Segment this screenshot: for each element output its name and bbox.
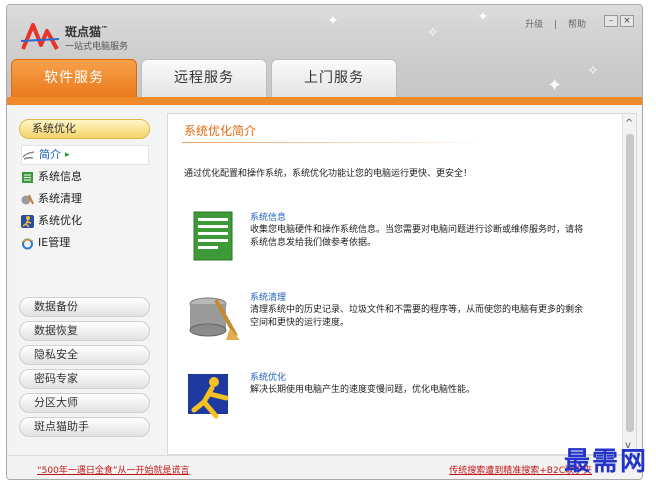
feature-name[interactable]: 系统信息 xyxy=(250,210,286,223)
scroll-up-icon[interactable]: ^ xyxy=(625,118,633,129)
sidebar-item-label: 系统清理 xyxy=(38,192,82,205)
sidebar-item-system-clean[interactable]: 系统清理 xyxy=(21,189,82,209)
sidebar-item-label: IE管理 xyxy=(38,236,71,249)
feature-system-optimize: 系统优化 解决长期使用电脑产生的速度变慢问题，优化电脑性能。 xyxy=(186,370,596,430)
feature-description: 收集您电脑硬件和操作系统信息。当您需要对电脑问题进行诊断或维修服务时，请将系统信… xyxy=(250,225,584,248)
runner-icon xyxy=(21,214,34,228)
sidebar-item-label: 系统优化 xyxy=(38,214,82,227)
arrow-right-icon: ▸ xyxy=(65,150,70,160)
tab-remote-service[interactable]: 远程服务 xyxy=(141,59,267,97)
runner-large-icon xyxy=(188,374,229,419)
top-menu: 升级 | 帮助 xyxy=(517,17,586,30)
news-link-left[interactable]: “500年一遇日全食”从一开始就是谎言 xyxy=(37,463,190,476)
tab-underline-bar xyxy=(7,97,642,105)
window-controls: – × xyxy=(604,15,634,27)
tab-onsite-service[interactable]: 上门服务 xyxy=(271,59,397,97)
sidebar-item-label: 简介 xyxy=(39,148,61,161)
scrollbar-thumb[interactable] xyxy=(626,134,634,432)
feature-system-clean: 系统清理 清理系统中的历史记录、垃圾文件和不需要的程序等，从而使您的电脑有更多的… xyxy=(186,290,596,350)
app-name: 斑点猫™ xyxy=(65,25,109,39)
app-window: ✦ ✧ ✦ ✦ ✧ 斑点猫™ 一站式电脑服务 升级 | 帮助 – × 软件服务 … xyxy=(6,4,643,480)
partition-master-button[interactable]: 分区大师 xyxy=(19,393,150,413)
sparkle-decoration: ✧ xyxy=(427,25,439,41)
bottom-bar: “500年一遇日全食”从一开始就是谎言 传统搜索遭到精准搜索+B2C联手夹 xyxy=(7,455,642,479)
hand-pointer-icon xyxy=(22,150,35,160)
feature-description: 解决长期使用电脑产生的速度变慢问题，优化电脑性能。 xyxy=(250,385,476,395)
tab-software-service[interactable]: 软件服务 xyxy=(11,59,137,97)
sparkle-decoration: ✧ xyxy=(587,63,599,79)
sidebar-item-ie-manage[interactable]: IE管理 xyxy=(21,233,70,253)
app-slogan: 一站式电脑服务 xyxy=(65,42,129,52)
title-divider xyxy=(182,142,492,143)
title-bar: ✦ ✧ ✦ ✦ ✧ 斑点猫™ 一站式电脑服务 升级 | 帮助 – × 软件服务 … xyxy=(7,5,642,97)
feature-description: 清理系统中的历史记录、垃圾文件和不需要的程序等，从而使您的电脑有更多的剩余空间和… xyxy=(250,305,584,328)
main-tabs: 软件服务 远程服务 上门服务 xyxy=(11,59,397,97)
vertical-scrollbar[interactable]: ^ v xyxy=(622,114,636,454)
data-restore-button[interactable]: 数据恢复 xyxy=(19,321,150,341)
sparkle-decoration: ✦ xyxy=(327,13,339,29)
menu-separator: | xyxy=(554,20,558,30)
minimize-button[interactable]: – xyxy=(604,15,618,27)
sidebar-item-system-info[interactable]: 系统信息 xyxy=(21,167,82,187)
password-expert-button[interactable]: 密码专家 xyxy=(19,369,150,389)
privacy-security-button[interactable]: 隐私安全 xyxy=(19,345,150,365)
upgrade-link[interactable]: 升级 xyxy=(525,20,543,30)
sparkle-decoration: ✦ xyxy=(547,75,563,96)
help-link[interactable]: 帮助 xyxy=(568,20,586,30)
sidebar: 系统优化 简介 ▸ 系统信息 系统清理 系统优化 IE管理 数据备份 数据恢复 … xyxy=(15,113,158,455)
system-info-large-icon xyxy=(193,211,233,261)
feature-name[interactable]: 系统清理 xyxy=(250,290,286,303)
main-content: 系统优化简介 通过优化配置和操作系统，系统优化功能让您的电脑运行更快、更安全！ … xyxy=(167,113,637,455)
system-info-icon xyxy=(22,171,33,183)
app-logo: 斑点猫™ 一站式电脑服务 xyxy=(21,21,161,53)
close-button[interactable]: × xyxy=(620,15,634,27)
data-backup-button[interactable]: 数据备份 xyxy=(19,297,150,317)
feature-system-info: 系统信息 收集您电脑硬件和操作系统信息。当您需要对电脑问题进行诊断或维修服务时，… xyxy=(186,210,596,270)
logo-mark-icon xyxy=(21,23,59,50)
broom-icon xyxy=(21,194,34,204)
disk-broom-large-icon xyxy=(189,297,240,340)
sidebar-header[interactable]: 系统优化 xyxy=(19,119,150,139)
sidebar-item-label: 系统信息 xyxy=(38,170,82,183)
intro-text: 通过优化配置和操作系统，系统优化功能让您的电脑运行更快、更安全！ xyxy=(184,169,473,179)
ie-icon xyxy=(21,238,34,249)
watermark: 最需网 xyxy=(563,447,648,477)
sidebar-item-system-optimize[interactable]: 系统优化 xyxy=(21,211,82,231)
sidebar-item-intro[interactable]: 简介 ▸ xyxy=(21,145,149,165)
page-title: 系统优化简介 xyxy=(184,124,257,138)
feature-name[interactable]: 系统优化 xyxy=(250,370,286,383)
assistant-button[interactable]: 斑点猫助手 xyxy=(19,417,150,437)
sparkle-decoration: ✦ xyxy=(477,9,489,25)
